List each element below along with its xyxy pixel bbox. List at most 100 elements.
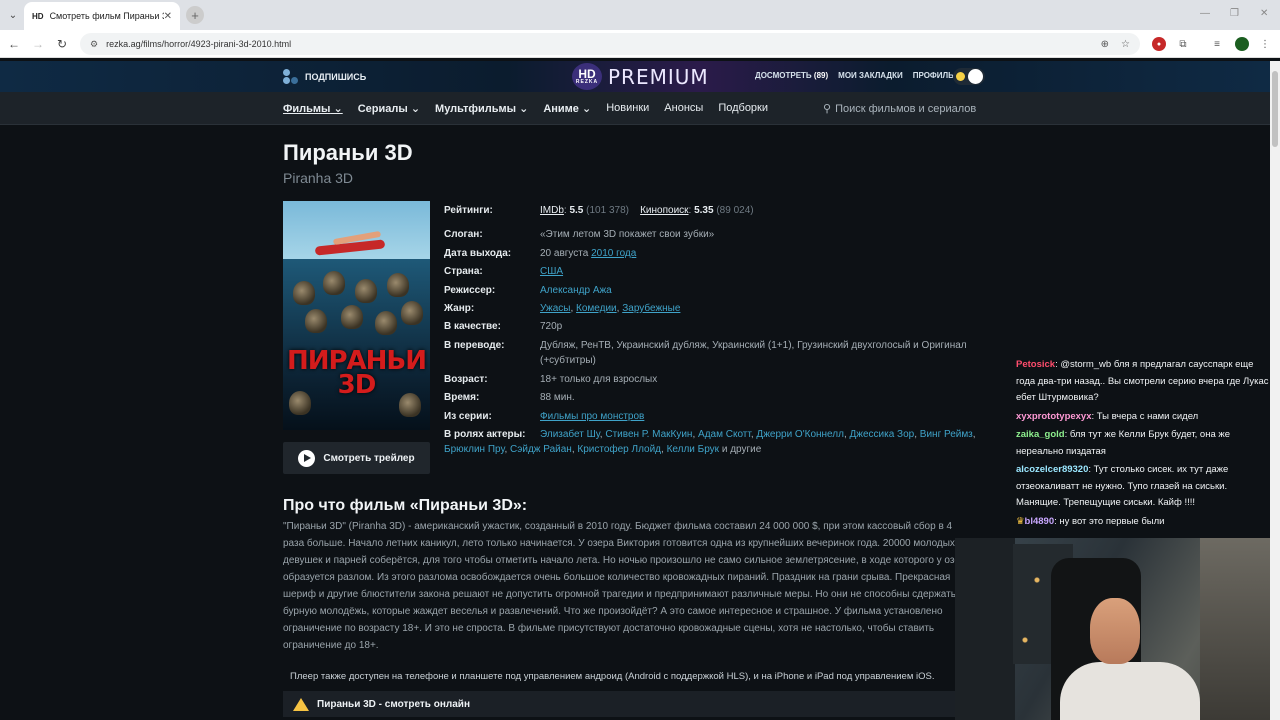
chat-message: ♛bl4890: ну вот это первые были xyxy=(1016,515,1165,527)
actor-link[interactable]: Джерри О'Коннелл xyxy=(756,429,844,440)
time-label: Время: xyxy=(444,392,480,403)
profile-avatar-icon[interactable] xyxy=(1235,37,1249,51)
play-icon xyxy=(298,449,316,467)
kinopoisk-link[interactable]: Кинопоиск xyxy=(640,205,688,216)
nav-films[interactable]: Фильмы ⌄ xyxy=(283,102,343,115)
series-link[interactable]: Фильмы про монстров xyxy=(540,411,644,422)
reading-list-icon[interactable]: ≡ xyxy=(1210,37,1224,51)
kinopoisk-rating: 5.35 xyxy=(694,205,714,216)
chat-username: Petosick xyxy=(1016,359,1056,370)
bookmark-star-icon[interactable]: ☆ xyxy=(1121,39,1130,50)
actors-more: и другие xyxy=(721,444,762,455)
actor-link[interactable]: Элизабет Шу xyxy=(540,429,600,440)
extensions-puzzle-icon[interactable]: ⧉ xyxy=(1176,37,1190,51)
poster-title-text: ПИРАНЬИ 3D xyxy=(286,346,427,400)
tab-close-icon[interactable]: ✕ xyxy=(164,11,172,22)
page-scrollbar[interactable] xyxy=(1270,61,1280,720)
chat-message: Petosick: @storm_wb бля я предлагал саус… xyxy=(1016,359,1269,403)
close-window-icon[interactable]: ✕ xyxy=(1260,8,1268,19)
browser-tab-bar: ⌄ HD Смотреть фильм Пираньи 3D ✕ + — ❐ ✕ xyxy=(0,0,1280,30)
original-title: Piranha 3D xyxy=(283,170,354,186)
chat-text: ну вот это первые были xyxy=(1059,515,1165,527)
theme-toggle[interactable] xyxy=(953,68,985,85)
search-placeholder: Поиск фильмов и сериалов xyxy=(835,102,977,115)
my-bookmarks-link[interactable]: МОИ ЗАКЛАДКИ xyxy=(838,71,903,80)
tab-title: Смотреть фильм Пираньи 3D xyxy=(49,11,164,21)
release-label: Дата выхода: xyxy=(444,248,512,259)
extension-badge-icon[interactable]: ● xyxy=(1152,37,1166,51)
country-label: Страна: xyxy=(444,266,483,277)
chat-message: alcozelcer89320: Тут столько сисек. их т… xyxy=(1016,464,1229,508)
minimize-icon[interactable]: — xyxy=(1200,8,1210,19)
time-value: 88 мин. xyxy=(540,392,575,403)
nav-anime[interactable]: Аниме ⌄ xyxy=(543,102,591,115)
movie-poster[interactable]: ПИРАНЬИ 3D xyxy=(283,201,430,430)
reload-icon[interactable]: ↻ xyxy=(54,36,70,52)
back-arrow-icon[interactable]: ← xyxy=(6,36,22,52)
watch-online-bar[interactable]: Пираньи 3D - смотреть онлайн xyxy=(283,691,963,717)
translation-label: В переводе: xyxy=(444,340,505,351)
scroll-thumb[interactable] xyxy=(1272,71,1278,147)
continue-watching-link[interactable]: ДОСМОТРЕТЬ (89) xyxy=(755,71,828,80)
crown-icon: ♛ xyxy=(1016,515,1025,527)
chat-text: Ты вчера с нами сидел xyxy=(1096,410,1199,422)
actor-link[interactable]: Кристофер Ллойд xyxy=(577,444,661,455)
actor-link[interactable]: Сэйдж Райан xyxy=(510,444,572,455)
tab-list-chevron-icon[interactable]: ⌄ xyxy=(4,6,22,24)
chat-message: zaika_gold: бля тут же Келли Брук будет,… xyxy=(1016,429,1231,457)
site-info-icon[interactable]: ⚙ xyxy=(90,39,98,50)
stream-chat-overlay: Petosick: @storm_wb бля я предлагал саус… xyxy=(1016,357,1270,532)
genre-link[interactable]: Комедии xyxy=(576,303,617,314)
nav-announcements[interactable]: Анонсы xyxy=(664,102,703,115)
actor-link[interactable]: Брюклин Пру xyxy=(444,444,504,455)
zoom-icon[interactable]: ⊕ xyxy=(1101,39,1109,50)
actor-link[interactable]: Адам Скотт xyxy=(698,429,751,440)
actor-link[interactable]: Келли Брук xyxy=(667,444,719,455)
nav-new[interactable]: Новинки xyxy=(606,102,649,115)
search-field[interactable]: ⚲ Поиск фильмов и сериалов xyxy=(823,102,977,116)
chat-username: zaika_gold xyxy=(1016,429,1065,440)
site-logo[interactable]: HD REZKA PREMIUM xyxy=(572,63,709,90)
new-tab-plus-icon[interactable]: + xyxy=(186,6,204,24)
browser-tab[interactable]: HD Смотреть фильм Пираньи 3D ✕ xyxy=(24,2,180,30)
nav-series[interactable]: Сериалы ⌄ xyxy=(358,102,420,115)
imdb-votes: (101 378) xyxy=(586,205,629,216)
slogan-label: Слоган: xyxy=(444,229,483,240)
forward-arrow-icon[interactable]: → xyxy=(30,36,46,52)
subscribe-icon xyxy=(283,69,299,85)
about-heading: Про что фильм «Пираньи 3D»: xyxy=(283,497,528,514)
actor-link[interactable]: Стивен Р. МакКуин xyxy=(605,429,692,440)
browser-toolbar: ← → ↻ ⚙ rezka.ag/films/horror/4923-piran… xyxy=(0,30,1280,58)
subscribe-link[interactable]: ПОДПИШИСЬ xyxy=(283,69,366,85)
genre-link[interactable]: Зарубежные xyxy=(622,303,680,314)
imdb-link[interactable]: IMDb xyxy=(540,205,564,216)
actor-link[interactable]: Джессика Зор xyxy=(850,429,915,440)
director-link[interactable]: Александр Ажа xyxy=(540,285,612,296)
nav-collections[interactable]: Подборки xyxy=(718,102,768,115)
menu-dots-icon[interactable]: ⋮ xyxy=(1258,37,1272,51)
warning-icon xyxy=(293,697,309,711)
trailer-button-label: Смотреть трейлер xyxy=(323,452,415,464)
watch-trailer-button[interactable]: Смотреть трейлер xyxy=(283,442,430,474)
main-nav: Фильмы ⌄ Сериалы ⌄ Мультфильмы ⌄ Аниме ⌄… xyxy=(0,92,1270,125)
chat-username: alcozelcer89320 xyxy=(1016,464,1089,475)
nav-cartoons[interactable]: Мультфильмы ⌄ xyxy=(435,102,528,115)
release-year-link[interactable]: 2010 года xyxy=(591,248,636,259)
maximize-icon[interactable]: ❐ xyxy=(1230,8,1239,19)
url-text[interactable]: rezka.ag/films/horror/4923-pirani-3d-201… xyxy=(106,39,1101,49)
chat-username: bl4890 xyxy=(1024,515,1055,527)
chat-username: xyxprototypexyx xyxy=(1016,410,1092,422)
profile-link[interactable]: ПРОФИЛЬ xyxy=(913,71,954,80)
quality-label: В качестве: xyxy=(444,321,501,332)
site-top-bar: ПОДПИШИСЬ HD REZKA PREMIUM ДОСМОТРЕТЬ (89… xyxy=(0,61,1270,92)
chat-message: xyxprototypexyx: Ты вчера с нами сидел xyxy=(1016,410,1199,422)
actor-link[interactable]: Винг Реймз xyxy=(920,429,973,440)
watch-online-title: Пираньи 3D - смотреть онлайн xyxy=(317,698,470,710)
director-label: Режиссер: xyxy=(444,285,496,296)
tab-favicon-icon: HD xyxy=(32,11,44,21)
age-label: Возраст: xyxy=(444,374,488,385)
genre-link[interactable]: Ужасы xyxy=(540,303,570,314)
address-bar[interactable]: ⚙ rezka.ag/films/horror/4923-pirani-3d-2… xyxy=(80,33,1140,55)
release-date: 20 августа xyxy=(540,248,592,259)
country-link[interactable]: США xyxy=(540,266,563,277)
